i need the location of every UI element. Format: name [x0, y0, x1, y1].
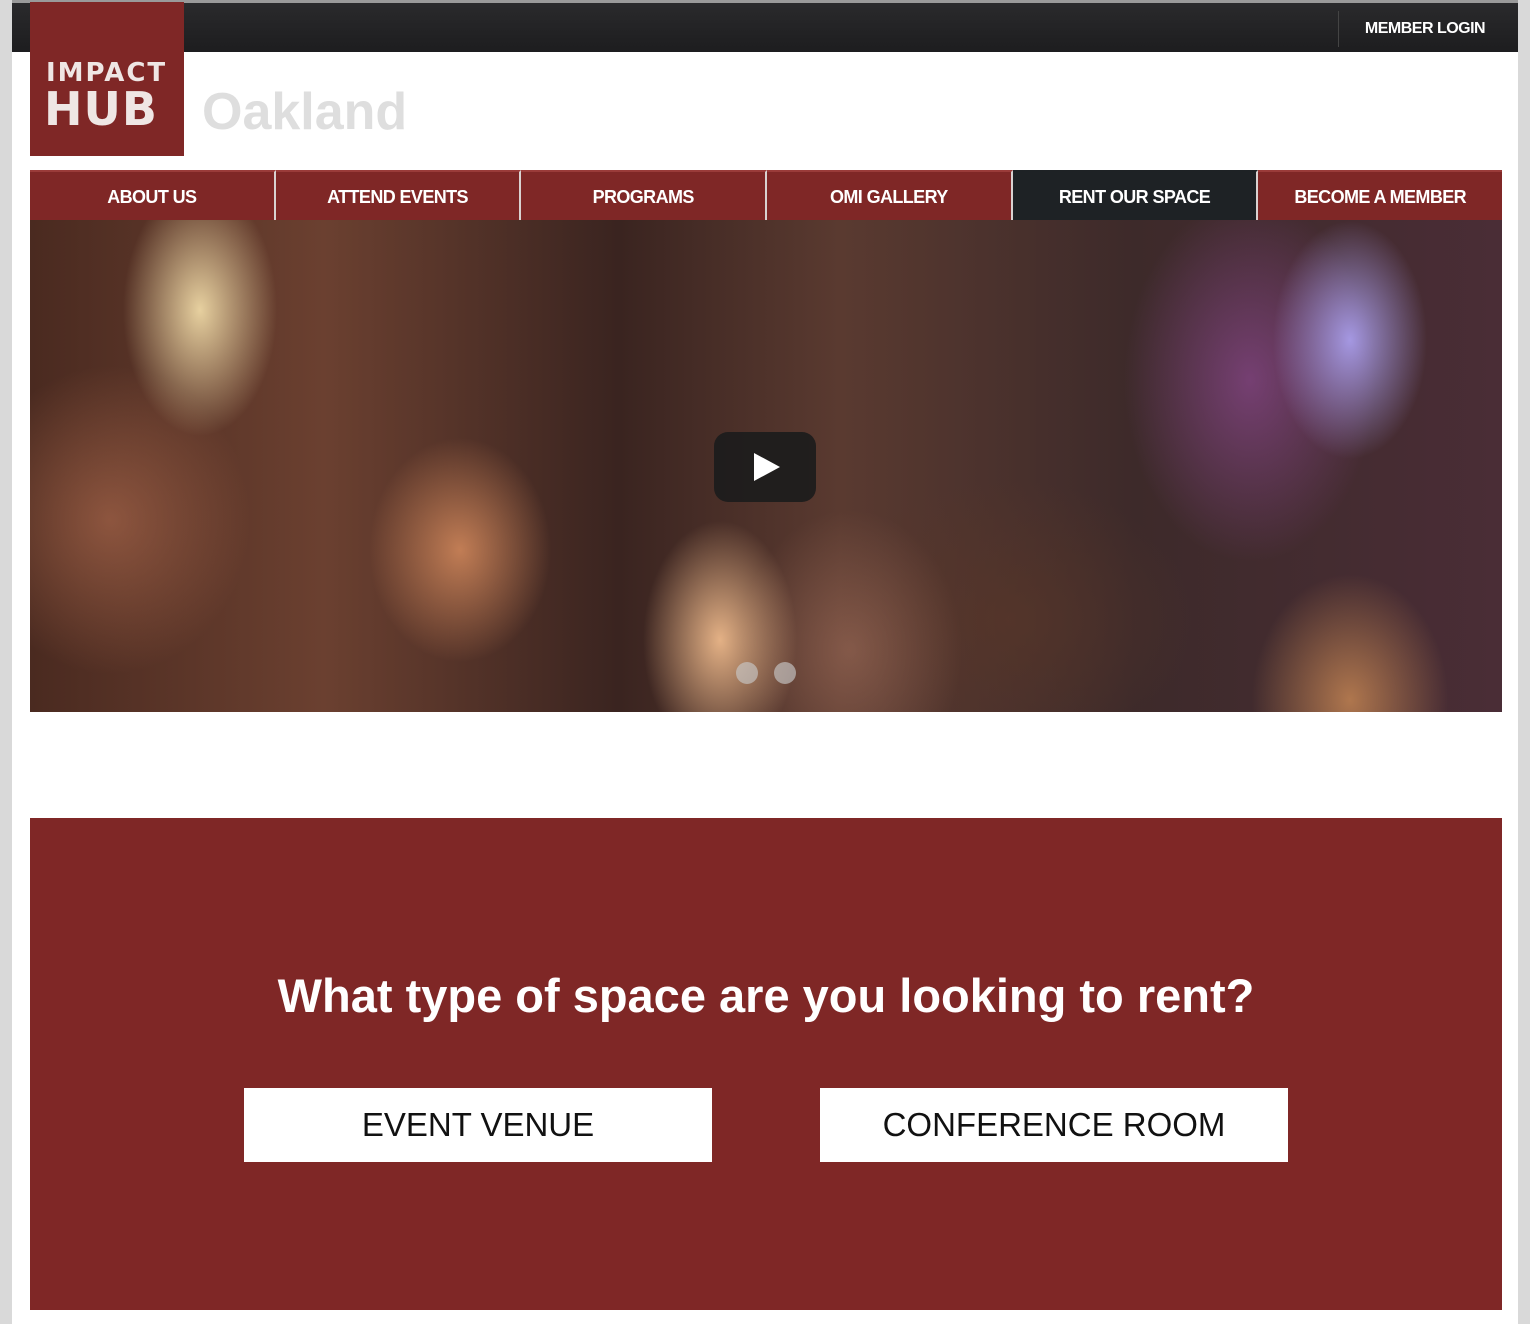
main-nav: ABOUT US ATTEND EVENTS PROGRAMS OMI GALL… [30, 170, 1503, 220]
top-bar: MEMBER LOGIN [12, 0, 1518, 52]
page: MEMBER LOGIN IMPACT HUB Oakland ABOUT US… [12, 0, 1518, 1324]
nav-item-omi-gallery[interactable]: OMI GALLERY [767, 170, 1013, 220]
impact-hub-logo[interactable]: IMPACT HUB [30, 2, 184, 156]
member-login-link[interactable]: MEMBER LOGIN [1350, 17, 1500, 41]
carousel-dot-2[interactable] [774, 662, 796, 684]
nav-item-attend-events[interactable]: ATTEND EVENTS [275, 170, 522, 220]
play-button[interactable] [714, 432, 816, 502]
top-bar-divider [1338, 11, 1339, 47]
hero-video[interactable] [30, 220, 1502, 712]
nav-item-rent-our-space[interactable]: RENT OUR SPACE [1012, 170, 1259, 220]
conference-room-button[interactable]: CONFERENCE ROOM [820, 1088, 1288, 1162]
nav-item-about-us[interactable]: ABOUT US [30, 170, 276, 220]
event-venue-button[interactable]: EVENT VENUE [244, 1088, 712, 1162]
city-name: Oakland [202, 83, 408, 141]
nav-item-programs[interactable]: PROGRAMS [521, 170, 768, 220]
nav-item-become-a-member[interactable]: BECOME A MEMBER [1258, 170, 1503, 220]
rent-space-panel: What type of space are you looking to re… [30, 818, 1502, 1310]
logo-text-hub: HUB [44, 82, 158, 136]
play-icon [754, 453, 780, 481]
carousel-dot-1[interactable] [736, 662, 758, 684]
rent-question-heading: What type of space are you looking to re… [277, 969, 1255, 1022]
